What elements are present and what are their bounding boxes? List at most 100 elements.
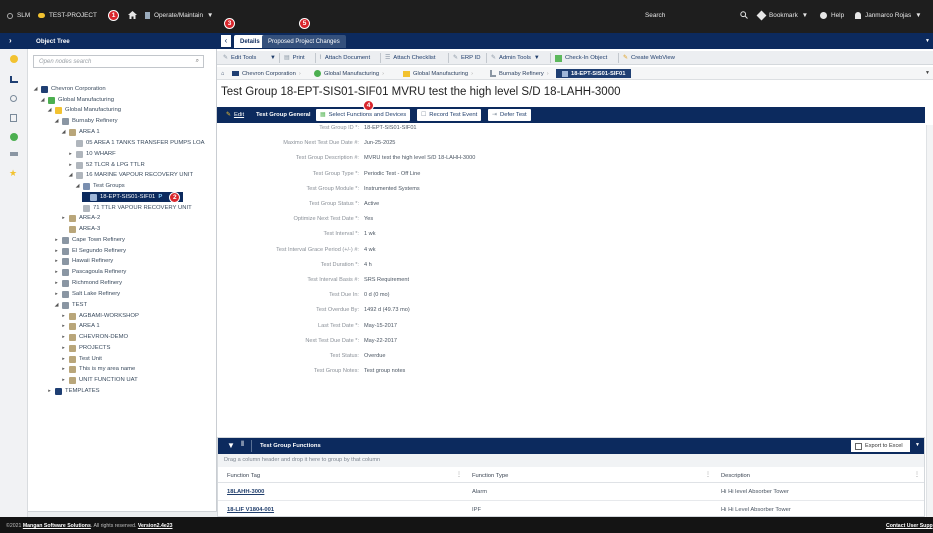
back-chevron-icon[interactable]: ‹: [221, 35, 231, 47]
search-icon[interactable]: [10, 95, 17, 102]
attach-checklist-button[interactable]: ☰ Attach Checklist: [385, 53, 436, 63]
expand-toggle-icon[interactable]: ◢: [47, 107, 52, 113]
tree-node[interactable]: ▸ Hawaii Refinery: [54, 256, 113, 266]
erp-id-button[interactable]: ✎ ERP ID: [453, 53, 480, 63]
tree-node[interactable]: 18-EPT-SIS01-SIF01 P 2: [82, 191, 184, 203]
tree-node[interactable]: ▸ AREA 1: [61, 321, 100, 331]
expand-toggle-icon[interactable]: ◢: [33, 86, 38, 92]
help-menu[interactable]: Help: [820, 12, 844, 19]
tree-node[interactable]: ◢ Test Groups: [75, 181, 125, 191]
expand-toggle-icon[interactable]: ◢: [75, 183, 80, 189]
search-icon[interactable]: [740, 11, 748, 19]
expand-toggle-icon[interactable]: ◢: [61, 129, 66, 135]
expand-toggle-icon[interactable]: ▸: [61, 377, 66, 383]
column-function-tag[interactable]: Function Tag: [227, 473, 260, 479]
edit-tools-dropdown[interactable]: ▼: [270, 53, 276, 63]
caret-down-icon[interactable]: ▼: [915, 442, 920, 448]
tree-node[interactable]: ▸ AGBAMI-WORKSHOP: [61, 311, 139, 321]
tree-node[interactable]: ◢ AREA 1: [61, 127, 100, 137]
create-webview-button[interactable]: ✎ Create WebView: [623, 53, 675, 63]
tree-node[interactable]: ▸ Pascagoula Refinery: [54, 267, 126, 277]
expand-toggle-icon[interactable]: ▸: [54, 291, 59, 297]
breadcrumb-item-2[interactable]: Global Manufacturing ›: [314, 69, 384, 78]
column-menu-icon[interactable]: ⋮: [456, 472, 462, 478]
function-tag-link[interactable]: 18LAHH-3000: [227, 489, 264, 495]
caret-down-icon[interactable]: ▼: [925, 38, 930, 44]
filter-icon[interactable]: ▼: [227, 441, 235, 450]
tree-node[interactable]: ◢ 16 MARINE VAPOUR RECOVERY UNIT: [68, 170, 193, 180]
breadcrumb-home-icon[interactable]: ⌂: [221, 69, 225, 78]
star-icon[interactable]: ★: [9, 168, 17, 179]
expand-toggle-icon[interactable]: ▸: [61, 356, 66, 362]
expand-toggle-icon[interactable]: ◢: [54, 118, 59, 124]
breadcrumb-item-4[interactable]: Burnaby Refinery ›: [490, 69, 549, 78]
breadcrumb-item-1[interactable]: Chevron Corporation ›: [232, 69, 301, 78]
tree-node[interactable]: ▸ CHEVRON-DEMO: [61, 332, 128, 342]
tree-node[interactable]: ▸ 52 TLCR & LPG TTLR: [68, 160, 145, 170]
expand-toggle-icon[interactable]: ▸: [61, 215, 66, 221]
tree-node[interactable]: ▸ PROJECTS: [61, 343, 110, 353]
check-in-object-button[interactable]: Check-In Object: [555, 53, 607, 63]
column-description[interactable]: Description: [721, 473, 750, 479]
breadcrumb-current[interactable]: 18-EPT-SIS01-SIF01: [556, 69, 632, 78]
tab-details[interactable]: Details: [234, 35, 266, 48]
columns-icon[interactable]: ⦀: [241, 441, 244, 449]
caret-down-icon[interactable]: ▼: [925, 70, 930, 76]
expand-toggle-icon[interactable]: ▸: [54, 258, 59, 264]
global-search[interactable]: Search: [645, 12, 665, 19]
collapse-chevron-icon[interactable]: ›: [9, 36, 12, 45]
user-menu[interactable]: Janmarco Rojas ▼: [855, 12, 922, 19]
version-link[interactable]: Version2.4e23: [138, 523, 173, 529]
vertical-scrollbar[interactable]: [926, 125, 933, 517]
expand-toggle-icon[interactable]: ▸: [68, 151, 73, 157]
expand-toggle-icon[interactable]: ▸: [54, 248, 59, 254]
column-menu-icon[interactable]: ⋮: [914, 472, 920, 478]
expand-toggle-icon[interactable]: ▸: [54, 269, 59, 275]
link-icon[interactable]: [10, 152, 18, 156]
expand-toggle-icon[interactable]: ◢: [68, 172, 73, 178]
tab-proposed-project-changes[interactable]: Proposed Project Changes: [262, 35, 346, 48]
expand-toggle-icon[interactable]: ◢: [40, 97, 45, 103]
record-test-event-button[interactable]: ☐ Record Test Event: [417, 109, 482, 121]
tree-node[interactable]: AREA-3: [61, 224, 100, 234]
expand-toggle-icon[interactable]: ▸: [61, 366, 66, 372]
expand-toggle-icon[interactable]: ▸: [68, 162, 73, 168]
tree-node[interactable]: ▸ UNIT FUNCTION UAT: [61, 375, 138, 385]
tree-node[interactable]: ◢ Global Manufacturing: [47, 105, 121, 115]
edit-button[interactable]: ✎ Edit: [222, 109, 249, 121]
edit-tools-button[interactable]: ✎ Edit Tools: [223, 53, 256, 63]
tree-node[interactable]: ▸ Salt Lake Refinery: [54, 289, 120, 299]
project-icon[interactable]: [10, 55, 18, 63]
column-function-type[interactable]: Function Type: [472, 473, 508, 479]
group-drop-zone[interactable]: Drag a column header and drop it here to…: [218, 454, 924, 467]
app-switcher[interactable]: SLM: [7, 12, 30, 19]
tree-node[interactable]: ▸ This is my area name: [61, 364, 135, 374]
print-button[interactable]: ▤ Print: [284, 53, 305, 63]
gear-icon[interactable]: [10, 133, 18, 141]
expand-toggle-icon[interactable]: ▸: [61, 323, 66, 329]
breadcrumb-item-3[interactable]: Global Manufacturing ›: [403, 69, 473, 78]
expand-toggle-icon[interactable]: ◢: [54, 302, 59, 308]
tree-node[interactable]: ▸ Richmond Refinery: [54, 278, 122, 288]
admin-tools-button[interactable]: ✎ Admin Tools ▼: [491, 53, 540, 63]
tree-node[interactable]: ◢ TEST: [54, 300, 87, 310]
mode-selector[interactable]: Operate/Maintain ▼: [145, 12, 213, 19]
tree-node[interactable]: ◢ Burnaby Refinery: [54, 116, 118, 126]
expand-toggle-icon[interactable]: ▸: [61, 345, 66, 351]
column-menu-icon[interactable]: ⋮: [705, 472, 711, 478]
expand-toggle-icon[interactable]: ▸: [47, 388, 52, 394]
company-link[interactable]: Mangan Software Solutions: [23, 523, 91, 529]
expand-toggle-icon[interactable]: ▸: [61, 313, 66, 319]
table-row[interactable]: 18LAHH-3000 Alarm Hi Hi level Absorber T…: [218, 484, 924, 501]
tree-node[interactable]: ▸ Cape Town Refinery: [54, 235, 125, 245]
test-group-general-tab[interactable]: Test Group General: [252, 109, 315, 121]
attach-document-button[interactable]: ⌇ Attach Document: [319, 53, 370, 63]
tree-node[interactable]: ▸ El Segundo Refinery: [54, 246, 126, 256]
tree-node[interactable]: ◢ Chevron Corporation: [33, 84, 106, 94]
bookmark-menu[interactable]: Bookmark ▼: [756, 10, 808, 21]
tree-node[interactable]: ▸ 10 WHARF: [68, 149, 116, 159]
export-to-excel-button[interactable]: Export to Excel: [851, 440, 910, 452]
tree-node[interactable]: ▸ AREA-2: [61, 213, 100, 223]
hierarchy-icon[interactable]: [10, 76, 18, 83]
expand-toggle-icon[interactable]: ▸: [54, 237, 59, 243]
